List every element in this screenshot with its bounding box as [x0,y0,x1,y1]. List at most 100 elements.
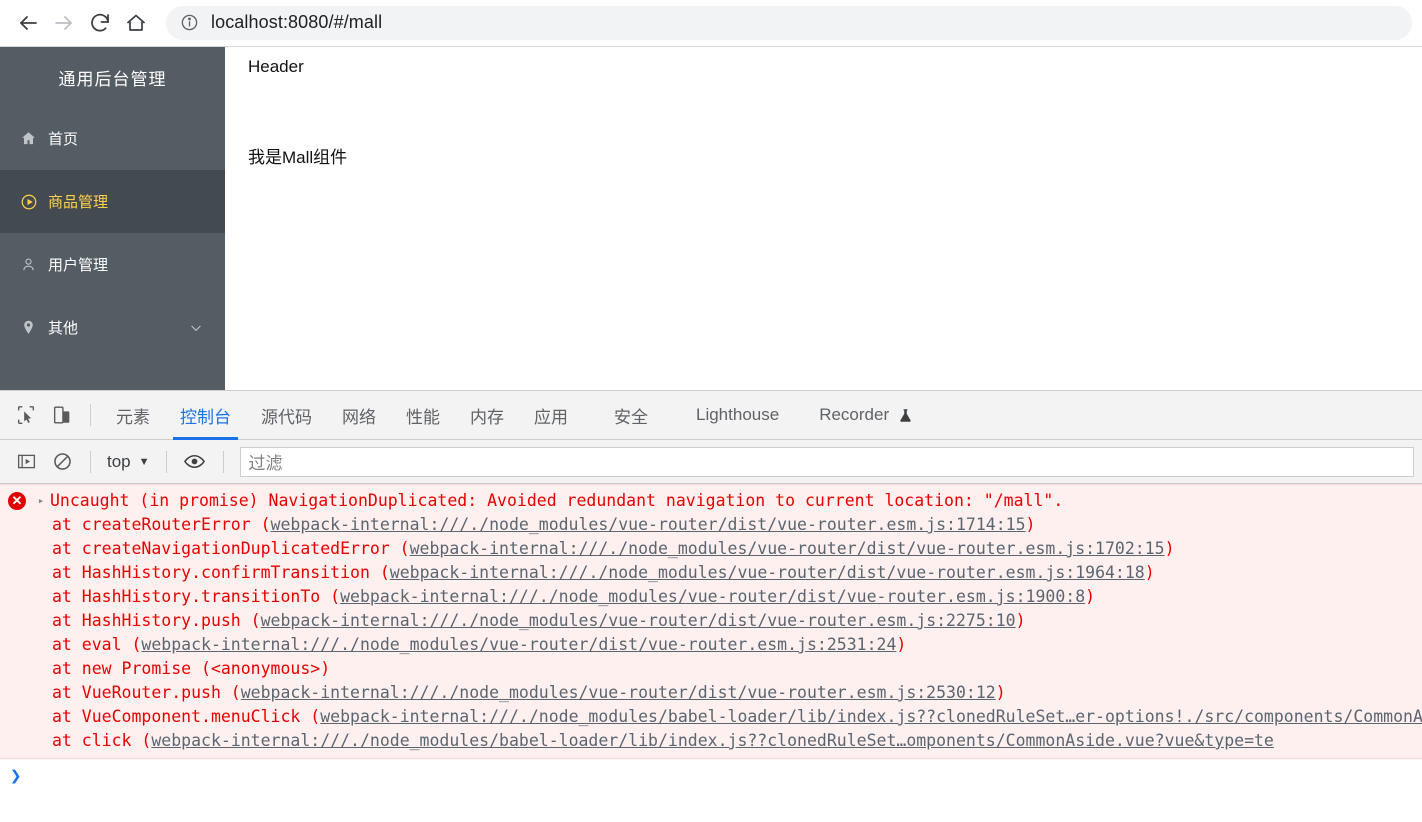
tab-console[interactable]: 控制台 [165,391,246,440]
arrow-right-icon [52,11,76,35]
toolbar-divider [90,404,91,426]
console-toolbar: top ▼ 过滤 [0,440,1422,484]
app-sidebar: 通用后台管理 首页 商品管理 用户管理 其他 [0,47,225,390]
location-pin-icon [20,319,48,336]
tab-application[interactable]: 应用 [519,391,583,440]
inspect-cursor-icon[interactable] [8,397,44,433]
device-toggle-icon[interactable] [44,397,80,433]
home-icon [124,11,148,35]
stack-close-paren: ) [896,635,907,654]
eye-icon[interactable] [177,444,213,480]
stack-function-name: at HashHistory.push ( [52,611,261,630]
sidebar-item-home[interactable]: 首页 [0,107,225,170]
tab-label: 内存 [470,407,504,427]
sidebar-item-label: 商品管理 [48,194,109,211]
stack-trace-line: at eval (webpack-internal:///./node_modu… [52,633,1422,657]
chevron-right-icon: ❯ [10,765,22,787]
page-body-text: 我是Mall组件 [248,148,348,167]
toolbar-divider [222,450,224,473]
expand-triangle-icon[interactable]: ▸ [32,489,50,513]
chevron-down-icon: ▼ [138,455,150,468]
tab-label: 控制台 [180,407,231,427]
stack-close-paren: ) [1144,563,1155,582]
devtools-panel: 元素 控制台 源代码 网络 性能 内存 应用 安全 Lighthouse Rec… [0,390,1422,822]
tab-label: Recorder [819,405,890,424]
stack-source-link[interactable]: webpack-internal:///./node_modules/vue-r… [241,683,996,702]
page-header-text: Header [248,57,304,76]
stack-trace-line: at createNavigationDuplicatedError (webp… [52,537,1422,561]
stack-close-paren: ) [1025,515,1036,534]
tab-label: 性能 [406,407,440,427]
reload-button[interactable] [82,5,118,41]
stack-trace-line: at HashHistory.push (webpack-internal://… [52,609,1422,633]
browser-window: localhost:8080/#/mall 通用后台管理 首页 商品管理 用户管… [0,0,1422,822]
tab-recorder[interactable]: Recorder [804,391,928,440]
user-icon [20,256,48,273]
stack-close-paren: ) [1085,587,1096,606]
back-button[interactable] [10,5,46,41]
stack-function-name: at VueRouter.push ( [52,683,241,702]
stack-source-link[interactable]: webpack-internal:///./node_modules/babel… [320,707,1422,726]
tab-security[interactable]: 安全 [599,391,663,440]
tab-label: 元素 [116,407,150,427]
sidebar-item-user-management[interactable]: 用户管理 [0,233,225,296]
stack-trace-line: at click (webpack-internal:///./node_mod… [52,729,1422,753]
tab-label: Lighthouse [696,405,780,424]
error-icon: ✕ [8,492,26,510]
console-error-message: Uncaught (in promise) NavigationDuplicat… [50,491,1064,510]
tab-memory[interactable]: 内存 [455,391,519,440]
tab-label: 网络 [342,407,376,427]
tab-label: 应用 [534,407,568,427]
sidebar-item-label: 首页 [48,131,79,148]
flask-icon [898,407,913,424]
arrow-left-icon [16,11,40,35]
stack-source-link[interactable]: webpack-internal:///./node_modules/vue-r… [261,611,1016,630]
reload-icon [88,11,112,35]
stack-trace-line: at VueComponent.menuClick (webpack-inter… [52,705,1422,729]
sidebar-item-other[interactable]: 其他 [0,296,225,359]
tab-label: 安全 [614,407,648,427]
stack-close-paren: ) [995,683,1006,702]
info-circle-icon[interactable] [180,13,199,32]
console-sidebar-icon[interactable] [8,444,44,480]
stack-function-name: at HashHistory.confirmTransition ( [52,563,390,582]
address-bar[interactable]: localhost:8080/#/mall [166,5,1412,40]
stack-function-name: at HashHistory.transitionTo ( [52,587,341,606]
sidebar-item-product-management[interactable]: 商品管理 [0,170,225,233]
stack-trace-line: at HashHistory.transitionTo (webpack-int… [52,585,1422,609]
stack-function-name: at click ( [52,731,152,750]
stack-function-name: at VueComponent.menuClick ( [52,707,321,726]
tab-sources[interactable]: 源代码 [246,391,327,440]
stack-source-link[interactable]: webpack-internal:///./node_modules/vue-r… [410,539,1165,558]
console-error-stack: at createRouterError (webpack-internal:/… [0,513,1422,753]
clear-console-icon[interactable] [44,444,80,480]
stack-close-paren: ) [1015,611,1026,630]
js-context-selector[interactable]: top ▼ [101,452,156,472]
console-prompt[interactable]: ❯ [0,759,1422,793]
home-icon [20,130,48,147]
play-circle-icon [20,193,48,211]
stack-source-link[interactable]: webpack-internal:///./node_modules/vue-r… [390,563,1145,582]
stack-source-link[interactable]: webpack-internal:///./node_modules/babel… [151,731,1274,750]
stack-source-link[interactable]: webpack-internal:///./node_modules/vue-r… [340,587,1085,606]
stack-source-link[interactable]: webpack-internal:///./node_modules/vue-r… [271,515,1026,534]
stack-trace-line: at createRouterError (webpack-internal:/… [52,513,1422,537]
console-filter-input[interactable]: 过滤 [239,446,1414,477]
tab-label: 源代码 [261,407,312,427]
console-output: ✕ ▸ Uncaught (in promise) NavigationDupl… [0,484,1422,822]
stack-trace-line: at new Promise (<anonymous>) [52,657,1422,681]
tab-elements[interactable]: 元素 [101,391,165,440]
sidebar-item-label: 用户管理 [48,257,109,274]
console-error-entry[interactable]: ✕ ▸ Uncaught (in promise) NavigationDupl… [0,484,1422,759]
stack-source-link[interactable]: webpack-internal:///./node_modules/vue-r… [141,635,896,654]
stack-function-name: at createRouterError ( [52,515,271,534]
tab-network[interactable]: 网络 [327,391,391,440]
console-error-header: ✕ ▸ Uncaught (in promise) NavigationDupl… [0,489,1422,513]
home-button[interactable] [118,5,154,41]
tab-lighthouse[interactable]: Lighthouse [681,391,794,440]
stack-trace-line: at HashHistory.confirmTransition (webpac… [52,561,1422,585]
tab-performance[interactable]: 性能 [391,391,455,440]
stack-close-paren: ) [1164,539,1175,558]
forward-button[interactable] [46,5,82,41]
stack-trace-line: at VueRouter.push (webpack-internal:///.… [52,681,1422,705]
